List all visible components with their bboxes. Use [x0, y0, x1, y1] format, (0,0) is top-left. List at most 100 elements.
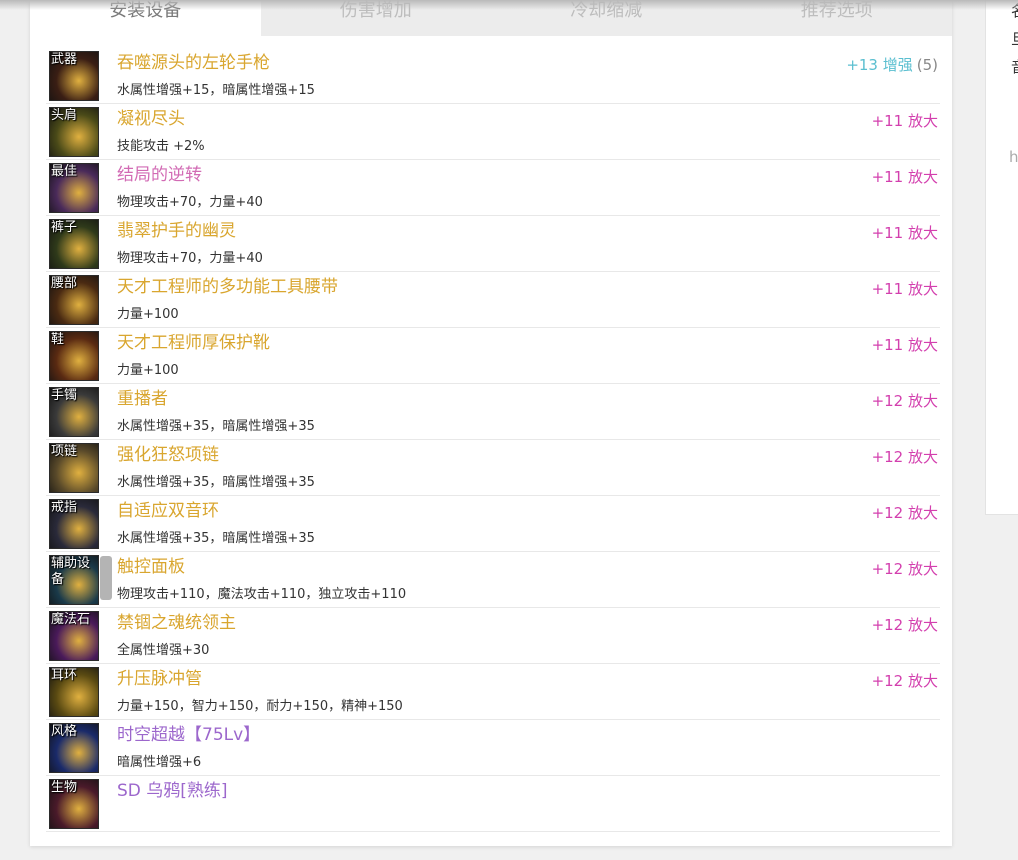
top-shadow — [0, 0, 1018, 10]
item-icon: 鞋 — [49, 331, 99, 381]
equipment-row[interactable]: 武器 吞噬源头的左轮手枪水属性增强+15，暗属性增强+15 +13 增强 (5) — [46, 48, 940, 104]
item-name[interactable]: 自适应双音环 — [117, 501, 219, 521]
enhance-value: +12 放大 — [871, 672, 938, 690]
item-name[interactable]: 禁锢之魂统领主 — [117, 613, 236, 633]
item-name[interactable]: 时空超越【75Lv】 — [117, 725, 260, 745]
equipment-panel: 安装设备 伤害增加 冷却缩减 推荐选项 武器 吞噬源头的左轮手枪 水属性增强+15，… — [30, 0, 952, 846]
slot-label: 手镯 — [51, 388, 78, 403]
enhance-level: +12 放大 — [872, 558, 938, 579]
equipment-row[interactable]: 生物 SD 乌鸦[熟练] — [46, 776, 940, 832]
item-name[interactable]: 天才工程师厚保护靴 — [117, 333, 270, 353]
item-stat: 全属性增强+30 — [117, 643, 210, 658]
item-stat: 物理攻击+70，力量+40 — [117, 251, 263, 266]
equipment-row[interactable]: 项链 强化狂怒项链水属性增强+35，暗属性增强+35 +12 放大 — [46, 440, 940, 496]
enhance-value: +12 放大 — [871, 504, 938, 522]
item-stat: 水属性增强+35，暗属性增强+35 — [117, 419, 315, 434]
item-name[interactable]: 触控面板 — [117, 557, 185, 577]
enhance-value: +12 放大 — [871, 448, 938, 466]
enhance-value: +11 放大 — [871, 168, 938, 186]
enhance-value: +12 放大 — [871, 560, 938, 578]
slot-label: 辅助设备 — [51, 556, 91, 587]
slot-label: 风格 — [51, 724, 78, 739]
slot-label: 头肩 — [51, 108, 78, 123]
equipment-row[interactable]: 耳环 升压脉冲管力量+150，智力+150，耐力+150，精神+150 +12 放大 — [46, 664, 940, 720]
slot-label: 生物 — [51, 780, 78, 795]
equipment-row[interactable]: 魔法石 禁锢之魂统领主全属性增强+30 +12 放大 — [46, 608, 940, 664]
item-icon: 腰部 — [49, 275, 99, 325]
item-stat: 水属性增强+15，暗属性增强+15 — [117, 83, 315, 98]
slot-label: 裤子 — [51, 220, 78, 235]
enhance-level: +11 放大 — [872, 278, 938, 299]
item-icon: 武器 — [49, 51, 99, 101]
scroll-handle[interactable] — [100, 556, 112, 600]
item-name[interactable]: 重播者 — [117, 389, 168, 409]
item-icon: 项链 — [49, 443, 99, 493]
slot-label: 腰部 — [51, 276, 78, 291]
item-icon: 辅助设备 — [49, 555, 99, 605]
enhance-value: +12 放大 — [871, 392, 938, 410]
enhance-level: +11 放大 — [872, 110, 938, 131]
item-stat: 力量+100 — [117, 307, 179, 322]
side-panel-char-2: 旦 — [1011, 28, 1018, 49]
enhance-level: +13 增强 (5) — [846, 54, 938, 75]
slot-label: 武器 — [51, 52, 78, 67]
item-name[interactable]: 凝视尽头 — [117, 109, 185, 129]
slot-label: 项链 — [51, 444, 78, 459]
enhance-level: +12 放大 — [872, 502, 938, 523]
item-icon: 裤子 — [49, 219, 99, 269]
enhance-value: +11 放大 — [871, 280, 938, 298]
item-stat: 物理攻击+110，魔法攻击+110，独立攻击+110 — [117, 587, 407, 602]
equipment-row[interactable]: 风格 时空超越【75Lv】暗属性增强+6 — [46, 720, 940, 776]
item-name[interactable]: 翡翠护手的幽灵 — [117, 221, 236, 241]
item-stat: 物理攻击+70，力量+40 — [117, 195, 263, 210]
equipment-row[interactable]: 头肩 凝视尽头技能攻击 +2% +11 放大 — [46, 104, 940, 160]
enhance-value: +11 放大 — [871, 336, 938, 354]
enhance-level: +11 放大 — [872, 166, 938, 187]
equipment-row[interactable]: 手镯 重播者水属性增强+35，暗属性增强+35 +12 放大 — [46, 384, 940, 440]
enhance-level: +11 放大 — [872, 334, 938, 355]
slot-label: 戒指 — [51, 500, 78, 515]
item-icon: 手镯 — [49, 387, 99, 437]
enhance-count: (5) — [916, 56, 938, 74]
item-icon: 戒指 — [49, 499, 99, 549]
item-stat: 暗属性增强+6 — [117, 755, 202, 770]
item-name[interactable]: 升压脉冲管 — [117, 669, 202, 689]
slot-label: 魔法石 — [51, 612, 91, 627]
item-icon: 魔法石 — [49, 611, 99, 661]
equipment-row[interactable]: 戒指 自适应双音环水属性增强+35，暗属性增强+35 +12 放大 — [46, 496, 940, 552]
slot-label: 鞋 — [51, 332, 65, 347]
enhance-level: +12 放大 — [872, 446, 938, 467]
item-name[interactable]: 强化狂怒项链 — [117, 445, 219, 465]
equipment-row[interactable]: 辅助设备 触控面板物理攻击+110，魔法攻击+110，独立攻击+110 +12 放大 — [46, 552, 940, 608]
enhance-value: +11 放大 — [871, 224, 938, 242]
item-icon: 耳环 — [49, 667, 99, 717]
slot-label: 最佳 — [51, 164, 78, 179]
enhance-level: +12 放大 — [872, 614, 938, 635]
equipment-row[interactable]: 鞋 天才工程师厚保护靴力量+100 +11 放大 — [46, 328, 940, 384]
enhance-level: +12 放大 — [872, 390, 938, 411]
item-stat: 水属性增强+35，暗属性增强+35 — [117, 475, 315, 490]
equipment-row[interactable]: 腰部 天才工程师的多功能工具腰带力量+100 +11 放大 — [46, 272, 940, 328]
side-panel-text: h — [1009, 148, 1018, 166]
item-icon: 生物 — [49, 779, 99, 829]
item-stat: 水属性增强+35，暗属性增强+35 — [117, 531, 315, 546]
slot-label: 耳环 — [51, 668, 78, 683]
enhance-value: +12 放大 — [871, 616, 938, 634]
equipment-list: 武器 吞噬源头的左轮手枪水属性增强+15，暗属性增强+15 +13 增强 (5) 头肩 凝… — [46, 48, 940, 832]
enhance-level: +11 放大 — [872, 222, 938, 243]
item-name[interactable]: 天才工程师的多功能工具腰带 — [117, 277, 338, 297]
enhance-value: +13 增强 — [846, 56, 913, 74]
enhance-value: +11 放大 — [871, 112, 938, 130]
item-name[interactable]: 吞噬源头的左轮手枪 — [117, 53, 270, 73]
equipment-row[interactable]: 最佳 结局的逆转物理攻击+70，力量+40 +11 放大 — [46, 160, 940, 216]
item-stat: 技能攻击 +2% — [117, 139, 205, 154]
item-icon: 头肩 — [49, 107, 99, 157]
item-stat: 力量+150，智力+150，耐力+150，精神+150 — [117, 699, 403, 714]
item-stat: 力量+100 — [117, 363, 179, 378]
item-icon: 风格 — [49, 723, 99, 773]
item-name[interactable]: SD 乌鸦[熟练] — [117, 781, 228, 801]
side-panel-char-3: 音 — [1011, 56, 1018, 77]
item-name[interactable]: 结局的逆转 — [117, 165, 202, 185]
side-panel: 名 旦 音 h — [985, 0, 1018, 515]
equipment-row[interactable]: 裤子 翡翠护手的幽灵物理攻击+70，力量+40 +11 放大 — [46, 216, 940, 272]
